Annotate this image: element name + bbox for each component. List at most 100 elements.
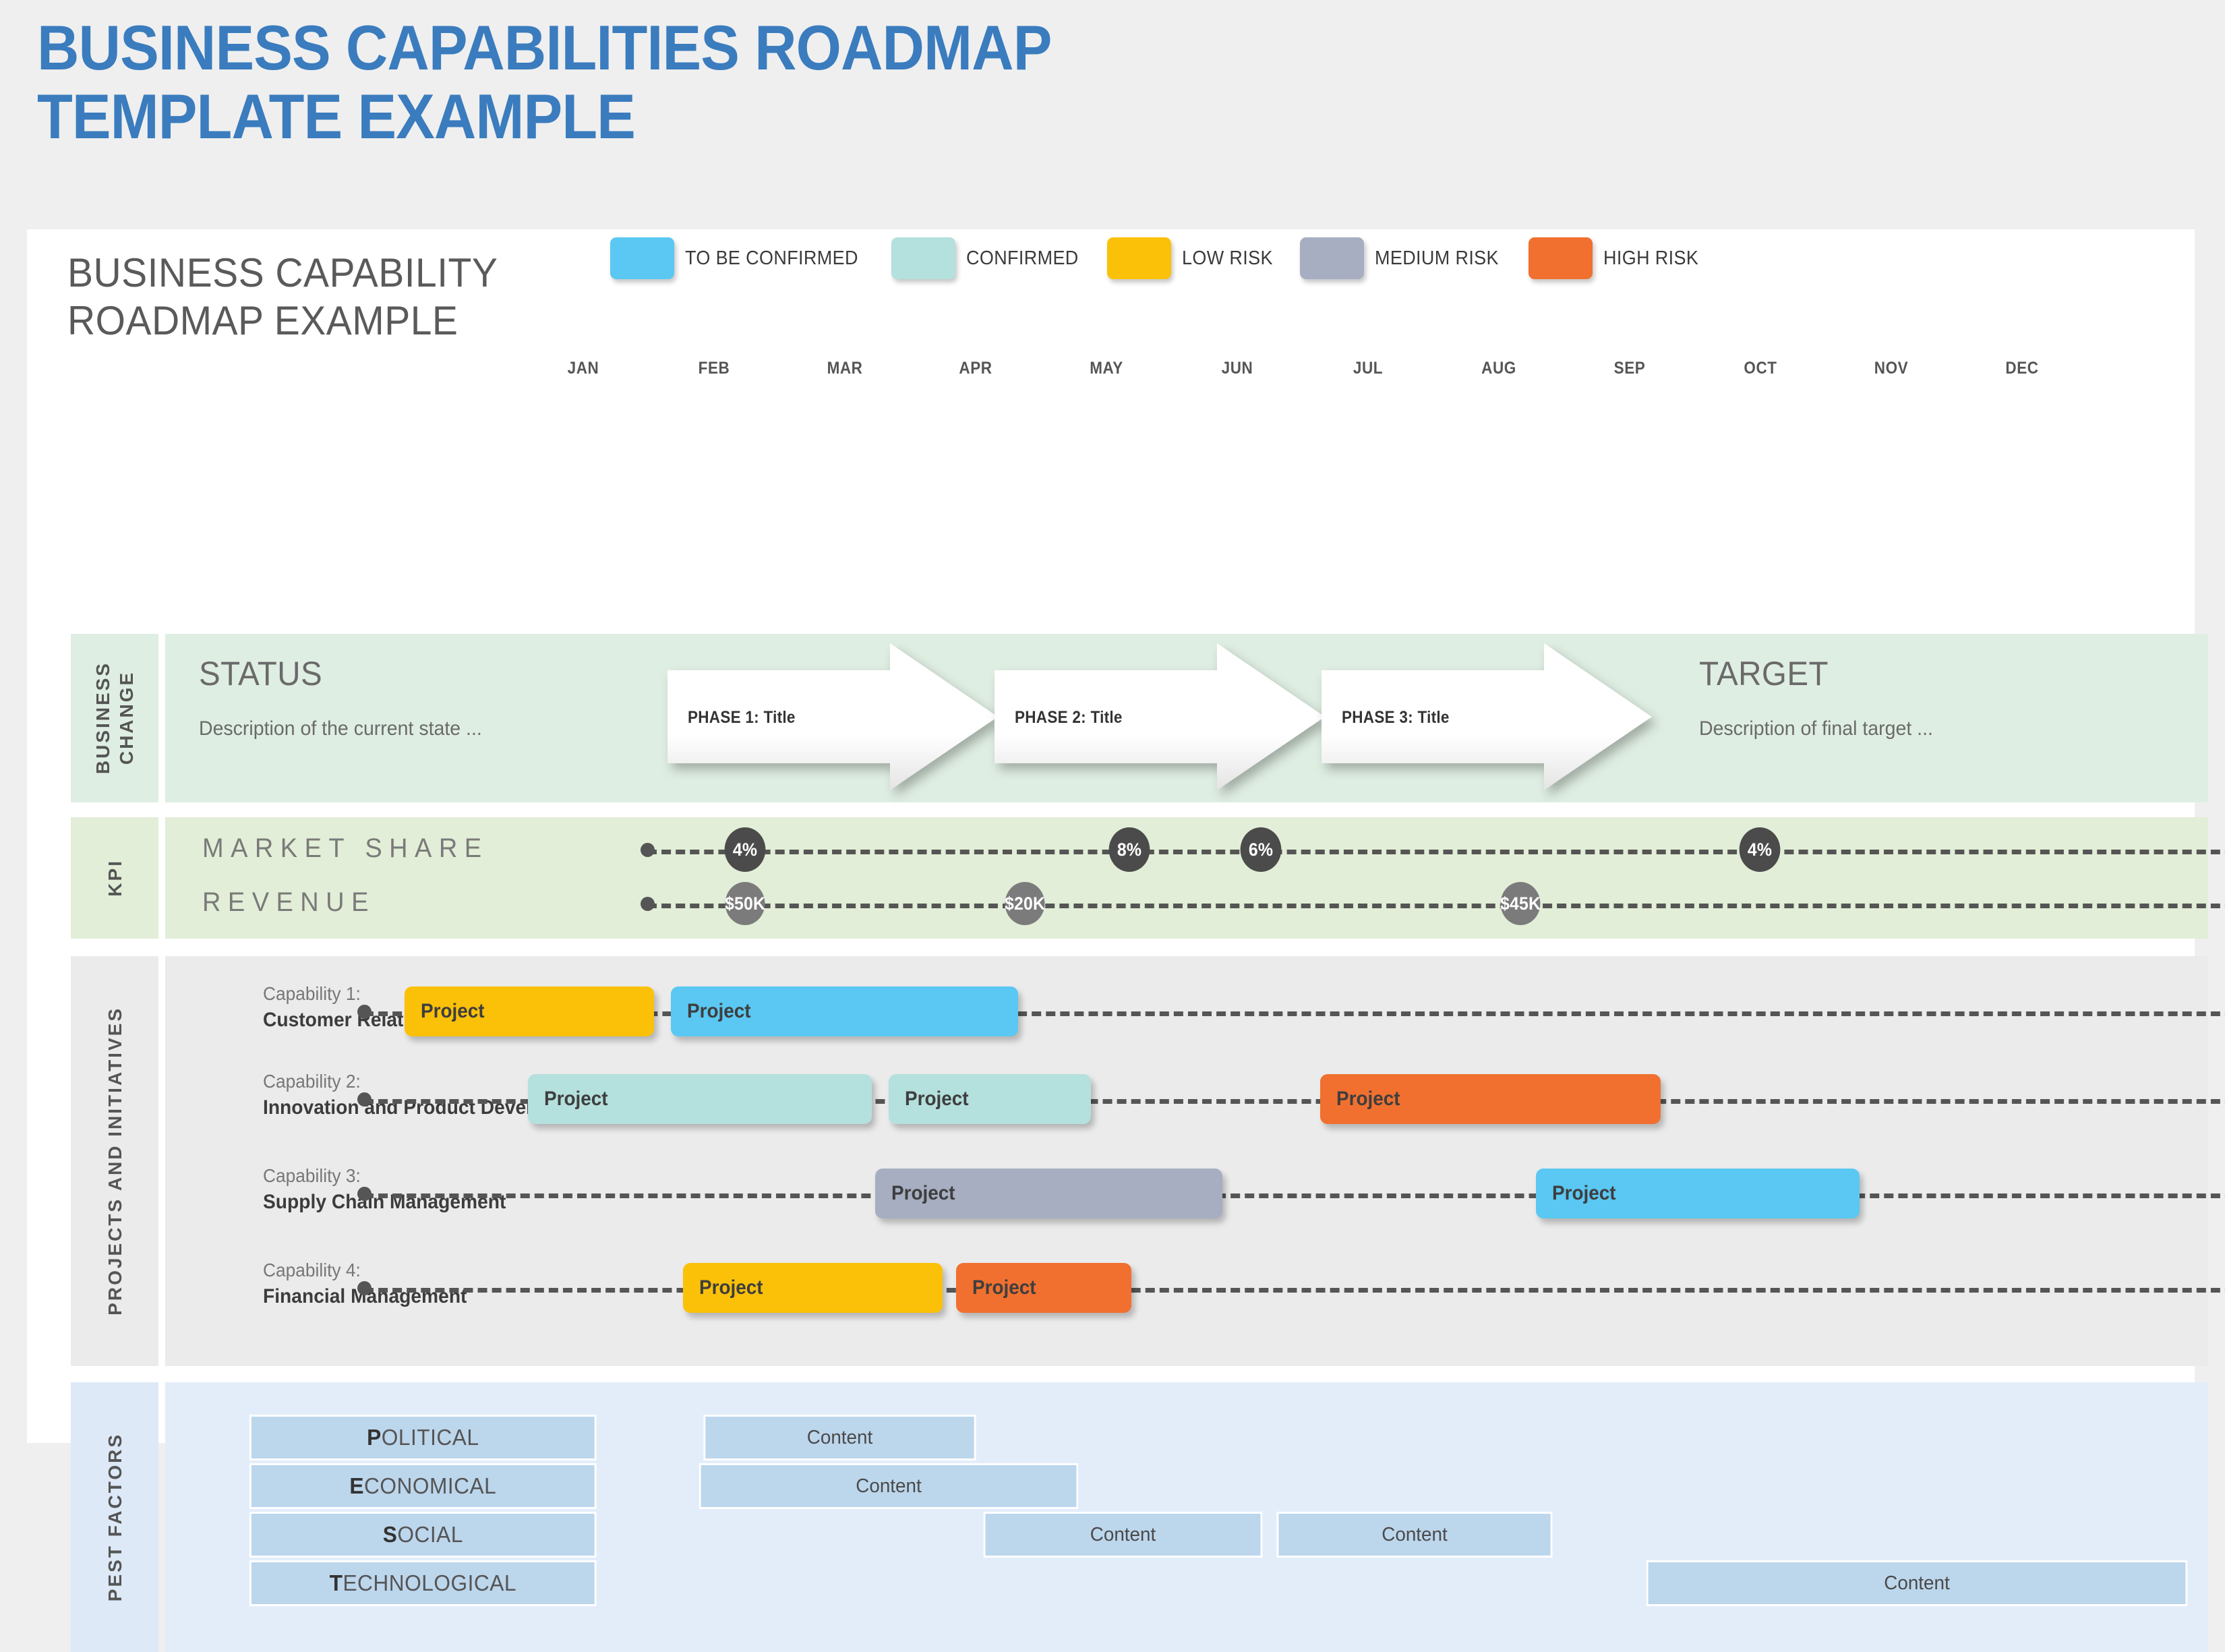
- phase-arrow-label: PHASE 3: Title: [1342, 708, 1450, 727]
- kpi-row-label-text: KPI: [104, 859, 125, 897]
- project-bar-3-1[interactable]: Project: [875, 1169, 1222, 1218]
- legend-item-2: LOW RISK: [1107, 237, 1280, 279]
- business-change-content: STATUS Description of the current state …: [165, 634, 2208, 802]
- project-bar-label: Project: [687, 1000, 751, 1022]
- project-bar-label: Project: [891, 1182, 955, 1204]
- project-bar-label: Project: [1552, 1182, 1616, 1204]
- legend-swatch: [1107, 237, 1172, 279]
- month-label-mar: MAR: [827, 359, 863, 378]
- project-bar-2-2[interactable]: Project: [889, 1074, 1091, 1124]
- roadmap-card: BUSINESS CAPABILITY ROADMAP EXAMPLE TO B…: [27, 229, 2225, 1652]
- projects-content: Capability 1:Customer Relationship Manag…: [165, 956, 2225, 1366]
- phase-arrow-label: PHASE 2: Title: [1015, 708, 1123, 727]
- kpi-name-0: MARKET SHARE: [202, 833, 489, 863]
- project-bar-4-2[interactable]: Project: [956, 1263, 1131, 1313]
- kpi-track: [647, 904, 2225, 908]
- pest-content-box-5[interactable]: Content: [1646, 1560, 2188, 1606]
- roadmap-page: BUSINESS CAPABILITIES ROADMAP TEMPLATE E…: [0, 0, 2225, 1652]
- legend-label: LOW RISK: [1182, 247, 1274, 269]
- pest-rest: OLITICAL: [381, 1425, 479, 1450]
- kpi-marker-0-1[interactable]: 8%: [1108, 827, 1150, 872]
- project-bar-2-3[interactable]: Project: [1320, 1074, 1661, 1124]
- month-label-aug: AUG: [1481, 359, 1516, 378]
- pest-initial: P: [367, 1425, 382, 1450]
- month-label-jun: JUN: [1221, 359, 1253, 378]
- legend: TO BE CONFIRMED CONFIRMED LOW RISK MEDIUM R…: [610, 237, 1726, 279]
- project-bar-4-1[interactable]: Project: [683, 1263, 943, 1313]
- legend-swatch: [610, 237, 674, 279]
- project-bar-2-1[interactable]: Project: [528, 1074, 872, 1124]
- month-label-oct: OCT: [1744, 359, 1777, 378]
- month-scale: JAN FEB MAR APR MAY JUN JUL AUG SEP OCT NOV DEC: [568, 359, 2154, 386]
- pest-factor-p[interactable]: P OLITICAL: [249, 1415, 597, 1461]
- pest-factor-s[interactable]: S OCIAL: [249, 1512, 597, 1558]
- pest-content-box-1[interactable]: Content: [703, 1415, 976, 1461]
- legend-swatch: [1529, 237, 1593, 279]
- roadmap-heading-line-1: BUSINESS CAPABILITY: [67, 250, 498, 295]
- project-bar-3-2[interactable]: Project: [1536, 1169, 1860, 1218]
- legend-item-3: MEDIUM RISK: [1300, 237, 1508, 279]
- capability-endpoint-dot: [357, 1187, 372, 1201]
- pest-initial: E: [349, 1473, 364, 1498]
- phase-arrow-3[interactable]: PHASE 3: Title: [1322, 643, 1652, 790]
- month-label-jul: JUL: [1353, 359, 1384, 378]
- capability-track: [364, 1288, 2225, 1293]
- capability-endpoint-dot: [357, 1092, 372, 1107]
- legend-label: HIGH RISK: [1603, 247, 1699, 269]
- kpi-endpoint-dot: [641, 843, 655, 857]
- roadmap-heading: BUSINESS CAPABILITY ROADMAP EXAMPLE: [67, 249, 498, 345]
- business-change-row-label-text: BUSINESS CHANGE: [92, 661, 137, 775]
- pest-initial: S: [382, 1522, 398, 1547]
- legend-item-0: TO BE CONFIRMED: [610, 237, 871, 279]
- pest-rest: ECHNOLOGICAL: [343, 1570, 516, 1595]
- pest-rest: OCIAL: [397, 1522, 463, 1547]
- page-title: BUSINESS CAPABILITIES ROADMAP TEMPLATE E…: [37, 13, 1526, 150]
- kpi-marker-0-0[interactable]: 4%: [724, 827, 766, 872]
- project-bar-label: Project: [1336, 1088, 1400, 1110]
- pest-content-box-3[interactable]: Content: [983, 1512, 1263, 1558]
- pest-row-label-text: PEST FACTORS: [104, 1432, 125, 1602]
- phase-arrow-2[interactable]: PHASE 2: Title: [995, 643, 1325, 790]
- target-block: TARGET Description of final target ...: [1699, 654, 1945, 740]
- project-bar-1-1[interactable]: Project: [405, 986, 654, 1036]
- phase-arrow-1[interactable]: PHASE 1: Title: [668, 643, 998, 790]
- month-label-dec: DEC: [2005, 359, 2039, 378]
- kpi-marker-1-1[interactable]: $20K: [1005, 882, 1045, 925]
- page-title-line-2: TEMPLATE EXAMPLE: [37, 80, 636, 152]
- kpi-marker-1-0[interactable]: $50K: [725, 882, 765, 925]
- roadmap-heading-line-2: ROADMAP EXAMPLE: [67, 297, 458, 343]
- pest-factor-t[interactable]: T ECHNOLOGICAL: [249, 1560, 597, 1606]
- legend-swatch: [891, 237, 956, 279]
- kpi-marker-1-2[interactable]: $45K: [1500, 882, 1541, 925]
- pest-content-box-2[interactable]: Content: [699, 1463, 1079, 1509]
- pest-rest: CONOMICAL: [363, 1473, 497, 1498]
- projects-row-label-text: PROJECTS AND INITIATIVES: [104, 1007, 125, 1316]
- status-description: Description of the current state ...: [199, 717, 482, 740]
- month-label-may: MAY: [1090, 359, 1123, 378]
- kpi-marker-0-2[interactable]: 6%: [1240, 827, 1282, 872]
- status-block: STATUS Description of the current state …: [199, 654, 497, 740]
- kpi-track: [647, 850, 2225, 854]
- legend-item-4: HIGH RISK: [1529, 237, 1706, 279]
- month-label-nov: NOV: [1874, 359, 1909, 378]
- project-bar-1-2[interactable]: Project: [671, 986, 1018, 1036]
- month-label-sep: SEP: [1613, 359, 1646, 378]
- capability-endpoint-dot: [357, 1281, 372, 1295]
- capability-label-4: Capability 4: Financial Management: [263, 1260, 681, 1308]
- legend-label: CONFIRMED: [966, 247, 1079, 269]
- business-change-row-label: BUSINESS CHANGE: [71, 634, 158, 802]
- kpi-name-1: REVENUE: [202, 887, 376, 917]
- page-title-line-1: BUSINESS CAPABILITIES ROADMAP: [37, 12, 1052, 83]
- capability-endpoint-dot: [357, 1005, 372, 1019]
- project-bar-label: Project: [699, 1276, 763, 1299]
- pest-factor-e[interactable]: E CONOMICAL: [249, 1463, 597, 1509]
- target-heading: TARGET: [1699, 655, 1829, 692]
- kpi-row: KPI MARKET SHARE 4% 8% 6% 4% REVENUE $50K $20K $…: [71, 817, 2225, 939]
- project-bar-label: Project: [905, 1088, 969, 1110]
- pest-initial: T: [329, 1570, 343, 1595]
- pest-content-box-4[interactable]: Content: [1276, 1512, 1553, 1558]
- kpi-content: MARKET SHARE 4% 8% 6% 4% REVENUE $50K $20K $45K: [165, 817, 2225, 939]
- project-bar-label: Project: [544, 1088, 608, 1110]
- projects-row: PROJECTS AND INITIATIVES Capability 1: Cu…: [71, 956, 2225, 1366]
- kpi-marker-0-3[interactable]: 4%: [1739, 827, 1781, 872]
